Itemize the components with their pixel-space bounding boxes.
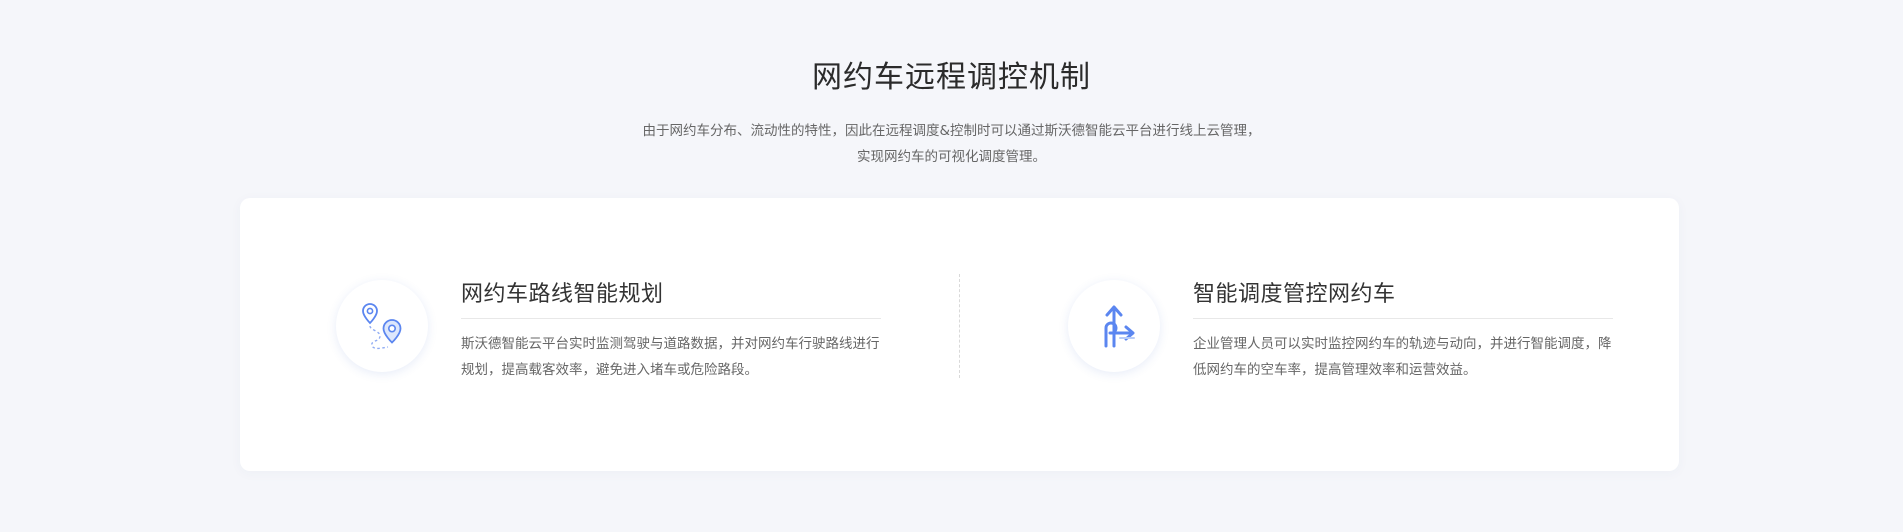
remote-control-section: 网约车远程调控机制 由于网约车分布、流动性的特性，因此在远程调度&控制时可以通过…	[0, 0, 1903, 532]
feature-smart-dispatch: 智能调度管控网约车 企业管理人员可以实时监控网约车的轨迹与动向，并进行智能调度，…	[1068, 270, 1668, 390]
feature-route-planning: 网约车路线智能规划 斯沃德智能云平台实时监测驾驶与道路数据，并对网约车行驶路线进…	[336, 270, 936, 390]
feature-title: 智能调度管控网约车	[1193, 276, 1613, 319]
feature-body: 智能调度管控网约车 企业管理人员可以实时监控网约车的轨迹与动向，并进行智能调度，…	[1193, 276, 1613, 383]
dispatch-arrows-icon	[1068, 280, 1160, 372]
feature-title: 网约车路线智能规划	[461, 276, 881, 319]
features-card: 网约车路线智能规划 斯沃德智能云平台实时监测驾驶与道路数据，并对网约车行驶路线进…	[240, 198, 1679, 471]
feature-description: 企业管理人员可以实时监控网约车的轨迹与动向，并进行智能调度，降低网约车的空车率，…	[1193, 336, 1612, 378]
route-pins-icon	[336, 280, 428, 372]
feature-body: 网约车路线智能规划 斯沃德智能云平台实时监测驾驶与道路数据，并对网约车行驶路线进…	[461, 276, 881, 383]
vertical-divider	[959, 274, 960, 378]
feature-description: 斯沃德智能云平台实时监测驾驶与道路数据，并对网约车行驶路线进行规划，提高载客效率…	[461, 336, 880, 378]
section-title: 网约车远程调控机制	[812, 60, 1091, 95]
section-description: 由于网约车分布、流动性的特性，因此在远程调度&控制时可以通过斯沃德智能云平台进行…	[0, 118, 1903, 170]
section-description-line-1: 由于网约车分布、流动性的特性，因此在远程调度&控制时可以通过斯沃德智能云平台进行…	[642, 123, 1261, 139]
section-description-line-2: 实现网约车的可视化调度管理。	[857, 149, 1046, 165]
